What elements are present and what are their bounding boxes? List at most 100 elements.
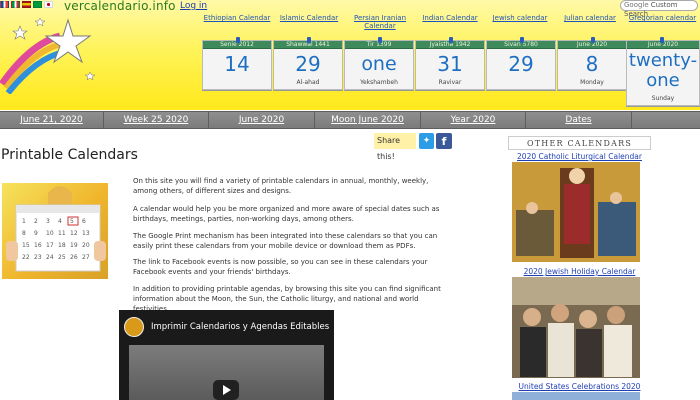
date-nav-bar: June 21, 2020 Week 25 2020 June 2020 Moo… bbox=[0, 111, 700, 129]
video-player[interactable]: Imprimir Calendarios y Agendas Editables bbox=[119, 310, 334, 400]
video-title[interactable]: Imprimir Calendarios y Agendas Editables bbox=[151, 322, 329, 332]
svg-text:1: 1 bbox=[22, 218, 26, 225]
shooting-star-illustration bbox=[0, 17, 96, 94]
pin-icon bbox=[660, 37, 664, 43]
flag-icon[interactable] bbox=[0, 1, 9, 8]
svg-text:17: 17 bbox=[46, 242, 54, 249]
svg-text:11: 11 bbox=[58, 230, 66, 237]
flag-icon[interactable] bbox=[33, 1, 42, 8]
card-weekday: Al-ahad bbox=[296, 79, 320, 86]
channel-avatar[interactable] bbox=[124, 317, 144, 337]
login-link[interactable]: Log in bbox=[180, 1, 207, 11]
card-day-value: 8 bbox=[585, 52, 599, 76]
svg-text:2: 2 bbox=[34, 218, 38, 225]
sidebar-link-catholic[interactable]: 2020 Catholic Liturgical Calendar bbox=[508, 152, 651, 161]
svg-text:22: 22 bbox=[22, 254, 30, 261]
calendar-link-indian[interactable]: Indian Calendar bbox=[415, 14, 485, 22]
facebook-icon[interactable]: f bbox=[436, 133, 452, 149]
flag-icon[interactable] bbox=[22, 1, 31, 8]
pin-icon bbox=[520, 37, 524, 43]
svg-text:15: 15 bbox=[22, 242, 30, 249]
calendar-link-gregorian[interactable]: Gregorian calendar bbox=[625, 14, 700, 22]
card-day-value: 29 bbox=[508, 52, 534, 76]
svg-text:10: 10 bbox=[46, 230, 54, 237]
share-label: Share this! bbox=[374, 133, 416, 161]
card-day-value: twenty-one bbox=[628, 50, 698, 91]
svg-text:16: 16 bbox=[34, 242, 42, 249]
play-icon[interactable] bbox=[213, 380, 239, 400]
nav-item-moon[interactable]: Moon June 2020 bbox=[315, 112, 421, 129]
svg-text:27: 27 bbox=[82, 254, 90, 261]
calendar-link-ethiopian[interactable]: Ethiopian Calendar bbox=[201, 14, 273, 22]
pin-icon bbox=[378, 37, 382, 43]
pin-icon bbox=[591, 37, 595, 43]
pin-icon bbox=[236, 37, 240, 43]
calendar-card-persian[interactable]: Tir 1399 one Yekshambeh bbox=[344, 37, 414, 90]
calendar-card-julian[interactable]: June 2020 8 Monday bbox=[557, 37, 627, 90]
pin-icon bbox=[307, 37, 311, 43]
page-title: Printable Calendars bbox=[1, 147, 138, 163]
svg-text:4: 4 bbox=[58, 218, 62, 225]
svg-text:5: 5 bbox=[70, 218, 74, 225]
pin-icon bbox=[449, 37, 453, 43]
calendar-card-gregorian[interactable]: June 2020 twenty-one Sunday bbox=[626, 37, 700, 106]
svg-text:23: 23 bbox=[34, 254, 42, 261]
facebook-events-paragraph: The link to Facebook events is now possi… bbox=[133, 258, 428, 276]
nav-item-day[interactable]: June 21, 2020 bbox=[0, 112, 104, 129]
catholic-art-illustration bbox=[512, 162, 640, 262]
svg-text:19: 19 bbox=[70, 242, 78, 249]
nav-item-year[interactable]: Year 2020 bbox=[421, 112, 526, 129]
calendar-card-indian[interactable]: Jyaistha 1942 31 Ravivar bbox=[415, 37, 485, 90]
flag-icon[interactable] bbox=[44, 1, 53, 8]
card-day-value: 14 bbox=[224, 52, 250, 76]
google-print-paragraph: The Google Print mechanism has been inte… bbox=[133, 232, 438, 250]
nav-item-week[interactable]: Week 25 2020 bbox=[104, 112, 209, 129]
svg-text:12: 12 bbox=[70, 230, 78, 237]
woman-holding-calendar-illustration: 123456 8 9 10 11 12 13 15 16 17 18 19 20 22 23 24 25 2… bbox=[6, 186, 106, 272]
calendar-card-ethiopian[interactable]: Senie 2012 14 bbox=[202, 37, 272, 90]
site-logo[interactable]: vercalendario.info bbox=[64, 0, 176, 13]
svg-text:26: 26 bbox=[70, 254, 78, 261]
nav-item-dates[interactable]: Dates bbox=[526, 112, 632, 129]
svg-text:13: 13 bbox=[82, 230, 90, 237]
card-weekday: Yekshambeh bbox=[360, 79, 398, 86]
google-label: Google bbox=[624, 1, 649, 9]
intro-paragraph: On this site you will find a variety of … bbox=[133, 177, 429, 195]
svg-text:9: 9 bbox=[34, 230, 38, 237]
calendar-link-julian[interactable]: Julian calendar bbox=[555, 14, 625, 22]
card-weekday: Ravivar bbox=[438, 79, 462, 86]
language-flags[interactable] bbox=[0, 1, 53, 8]
card-weekday: Monday bbox=[580, 79, 604, 86]
sidebar-link-jewish[interactable]: 2020 Jewish Holiday Calendar bbox=[508, 267, 651, 276]
svg-text:8: 8 bbox=[22, 230, 26, 237]
site-header: vercalendario.info Log in Google Custom S… bbox=[0, 0, 700, 110]
card-weekday: Sunday bbox=[651, 95, 675, 102]
svg-text:6: 6 bbox=[82, 218, 86, 225]
svg-text:20: 20 bbox=[82, 242, 90, 249]
sidebar-title: OTHER CALENDARS bbox=[508, 136, 651, 150]
card-day-value: 31 bbox=[437, 52, 463, 76]
organization-paragraph: A calendar would help you be more organi… bbox=[133, 205, 440, 223]
calendar-link-jewish[interactable]: Jewish calendar bbox=[485, 14, 555, 22]
jewish-art-illustration bbox=[512, 277, 640, 378]
us-celebrations-image[interactable] bbox=[512, 392, 640, 400]
calendar-link-islamic[interactable]: Islamic Calendar bbox=[273, 14, 345, 22]
twitter-icon[interactable]: ✦ bbox=[419, 133, 434, 149]
hero-calendar-photo: 123456 8 9 10 11 12 13 15 16 17 18 19 20 22 23 24 25 2… bbox=[2, 183, 108, 279]
calendar-card-jewish[interactable]: Sivan 5780 29 bbox=[486, 37, 556, 90]
calendar-card-islamic[interactable]: Shawwal 1441 29 Al-ahad bbox=[273, 37, 343, 90]
nav-item-month[interactable]: June 2020 bbox=[209, 112, 315, 129]
svg-text:3: 3 bbox=[46, 218, 50, 225]
card-day-value: one bbox=[361, 53, 397, 75]
card-day-value: 29 bbox=[295, 52, 321, 76]
flag-icon[interactable] bbox=[11, 1, 20, 8]
search-input[interactable]: Google Custom Search bbox=[620, 0, 698, 18]
svg-text:18: 18 bbox=[58, 242, 66, 249]
catholic-calendar-image[interactable] bbox=[512, 162, 640, 262]
svg-text:24: 24 bbox=[46, 254, 54, 261]
calendar-link-persian[interactable]: Persian Iranian Calendar bbox=[345, 14, 415, 30]
svg-text:25: 25 bbox=[58, 254, 66, 261]
jewish-calendar-image[interactable] bbox=[512, 277, 640, 378]
sidebar-link-us-celebrations[interactable]: United States Celebrations 2020 bbox=[508, 382, 651, 391]
